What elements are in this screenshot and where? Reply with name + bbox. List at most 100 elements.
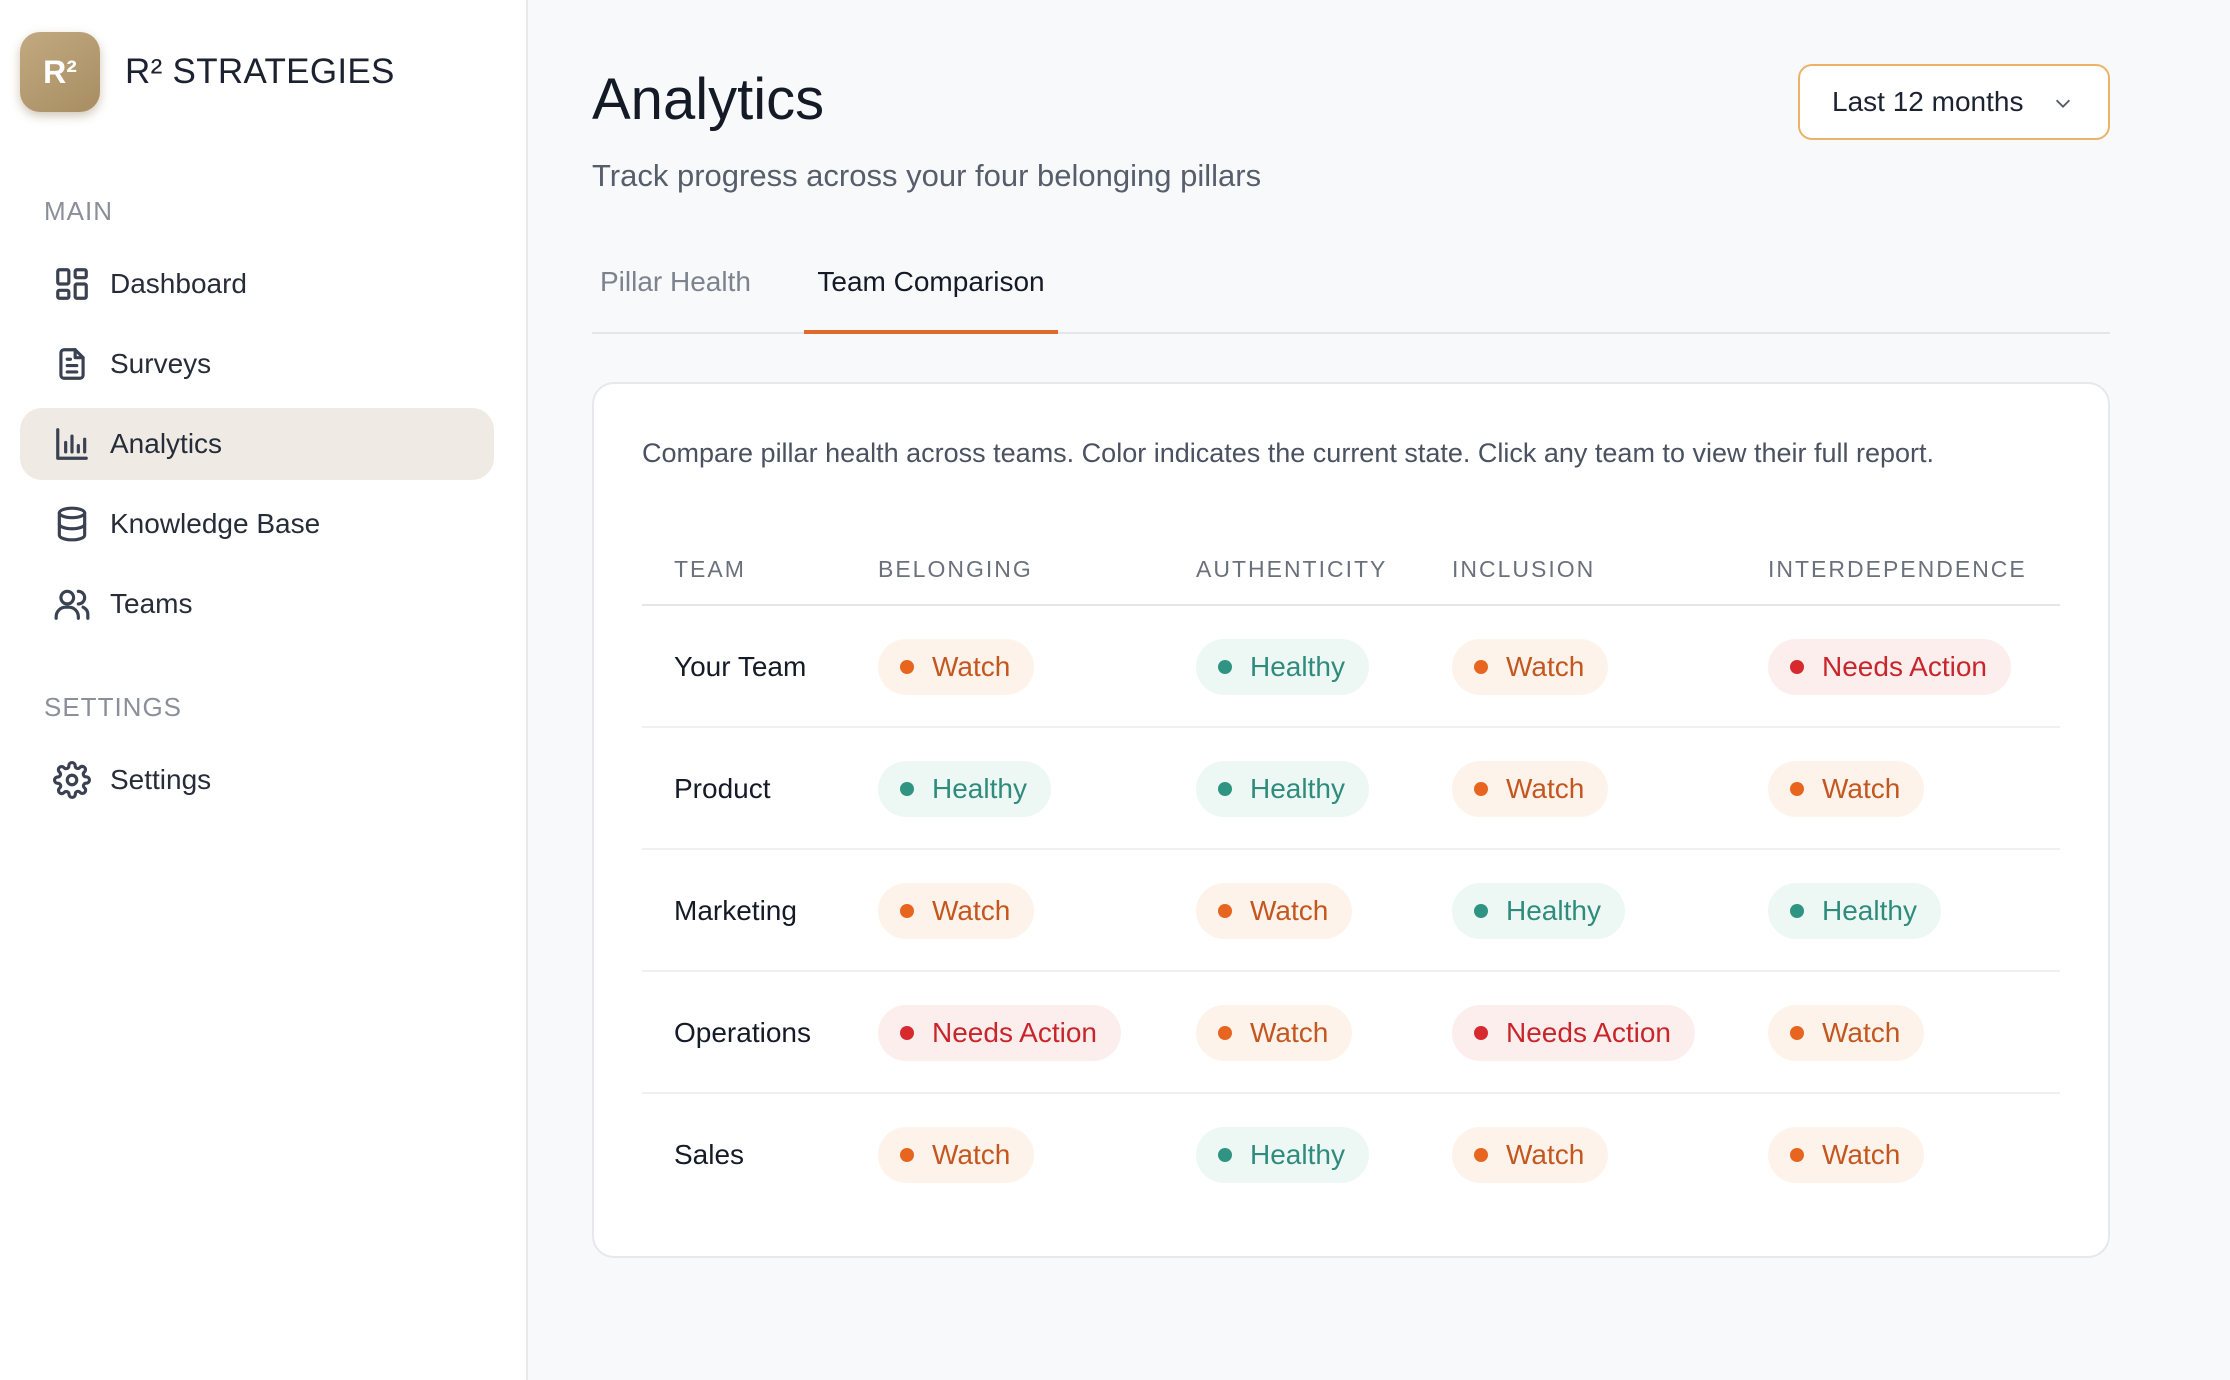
- inclusion-status-badge: Watch: [1452, 761, 1609, 817]
- column-header-belonging: BELONGING: [878, 556, 1033, 582]
- status-label: Watch: [932, 651, 1011, 682]
- sidebar-item-knowledge-base[interactable]: Knowledge Base: [20, 488, 494, 560]
- status-dot-icon: [1218, 1148, 1232, 1162]
- status-label: Healthy: [1250, 773, 1345, 804]
- status-label: Watch: [1250, 895, 1329, 926]
- inclusion-status-badge: Needs Action: [1452, 1005, 1695, 1061]
- sidebar-item-label: Knowledge Base: [110, 508, 321, 539]
- inclusion-status-badge: Healthy: [1452, 883, 1625, 939]
- status-label: Needs Action: [932, 1017, 1097, 1048]
- status-dot-icon: [900, 782, 914, 796]
- chevron-down-icon: [2055, 99, 2071, 108]
- belonging-status-badge: Needs Action: [878, 1005, 1121, 1061]
- table-row[interactable]: Marketing Watch Watch Healthy Healthy: [642, 850, 2060, 972]
- date-range-select[interactable]: Last 12 months: [1798, 64, 2110, 140]
- status-label: Healthy: [932, 773, 1027, 804]
- status-label: Healthy: [1822, 895, 1917, 926]
- table-body: Your Team Watch Healthy Watch Needs Action Pr…: [642, 606, 2060, 1216]
- bar-chart-icon: [52, 424, 92, 464]
- column-header-team: TEAM: [674, 556, 746, 582]
- nav-section-main: MAIN: [44, 196, 113, 226]
- sidebar-item-label: Dashboard: [110, 268, 247, 299]
- team-name[interactable]: Your Team: [674, 606, 806, 728]
- authenticity-status-badge: Healthy: [1196, 639, 1369, 695]
- status-dot-icon: [1474, 904, 1488, 918]
- belonging-status-badge: Watch: [878, 639, 1035, 695]
- status-label: Needs Action: [1822, 651, 1987, 682]
- status-label: Watch: [1250, 1017, 1329, 1048]
- status-dot-icon: [1218, 1026, 1232, 1040]
- table-row[interactable]: Sales Watch Healthy Watch Watch: [642, 1094, 2060, 1216]
- gear-icon: [52, 760, 92, 800]
- comparison-description: Compare pillar health across teams. Colo…: [642, 438, 1935, 468]
- status-dot-icon: [1474, 660, 1488, 674]
- table-row[interactable]: Your Team Watch Healthy Watch Needs Action: [642, 606, 2060, 728]
- belonging-status-badge: Watch: [878, 1127, 1035, 1183]
- status-dot-icon: [1790, 904, 1804, 918]
- team-comparison-card: Compare pillar health across teams. Colo…: [592, 382, 2110, 1258]
- status-label: Healthy: [1250, 651, 1345, 682]
- status-label: Watch: [1506, 651, 1585, 682]
- inclusion-status-badge: Watch: [1452, 1127, 1609, 1183]
- sidebar-item-label: Surveys: [110, 348, 212, 379]
- sidebar-item-teams[interactable]: Teams: [20, 568, 494, 640]
- sidebar-item-analytics[interactable]: Analytics: [20, 408, 494, 480]
- database-icon: [52, 504, 92, 544]
- status-label: Watch: [1822, 1139, 1901, 1170]
- sidebar-item-settings[interactable]: Settings: [20, 744, 494, 816]
- interdependence-status-badge: Watch: [1768, 1127, 1925, 1183]
- authenticity-status-badge: Healthy: [1196, 761, 1369, 817]
- table-row[interactable]: Product Healthy Healthy Watch Watch: [642, 728, 2060, 850]
- status-dot-icon: [1790, 1148, 1804, 1162]
- status-label: Watch: [932, 1139, 1011, 1170]
- tab-team-comparison[interactable]: Team Comparison: [804, 258, 1058, 334]
- column-header-interdependence: INTERDEPENDENCE: [1768, 556, 2027, 582]
- status-label: Watch: [1822, 773, 1901, 804]
- table-row[interactable]: Operations Needs Action Watch Needs Action W…: [642, 972, 2060, 1094]
- users-icon: [52, 584, 92, 624]
- date-range-value: Last 12 months: [1832, 86, 2024, 117]
- status-label: Healthy: [1506, 895, 1601, 926]
- document-icon: [52, 344, 92, 384]
- comparison-table: TEAM BELONGING AUTHENTICITY INCLUSION IN…: [642, 532, 2060, 1216]
- tab-pillar-health[interactable]: Pillar Health: [592, 258, 762, 334]
- interdependence-status-badge: Watch: [1768, 1005, 1925, 1061]
- sidebar-item-label: Analytics: [110, 428, 223, 459]
- sidebar-item-label: Teams: [110, 588, 193, 619]
- status-dot-icon: [900, 1148, 914, 1162]
- authenticity-status-badge: Watch: [1196, 883, 1353, 939]
- sidebar: R² R² STRATEGIES MAIN Dashboard Surveys …: [0, 0, 528, 1380]
- sidebar-item-surveys[interactable]: Surveys: [20, 328, 494, 400]
- status-label: Watch: [1506, 1139, 1585, 1170]
- brand-name: R² STRATEGIES: [125, 52, 395, 91]
- inclusion-status-badge: Watch: [1452, 639, 1609, 695]
- status-dot-icon: [1790, 660, 1804, 674]
- column-header-inclusion: INCLUSION: [1452, 556, 1596, 582]
- column-header-authenticity: AUTHENTICITY: [1196, 556, 1388, 582]
- status-dot-icon: [1474, 782, 1488, 796]
- status-dot-icon: [1790, 1026, 1804, 1040]
- status-dot-icon: [900, 660, 914, 674]
- status-label: Watch: [932, 895, 1011, 926]
- status-dot-icon: [1474, 1148, 1488, 1162]
- sidebar-item-label: Settings: [110, 764, 212, 795]
- status-dot-icon: [1790, 782, 1804, 796]
- page-title: Analytics: [592, 67, 825, 132]
- brand-logo: R²: [20, 32, 100, 112]
- brand[interactable]: R² R² STRATEGIES: [20, 32, 395, 112]
- authenticity-status-badge: Healthy: [1196, 1127, 1369, 1183]
- status-label: Healthy: [1250, 1139, 1345, 1170]
- tab-bar: Pillar Health Team Comparison: [592, 258, 2110, 334]
- table-header: TEAM BELONGING AUTHENTICITY INCLUSION IN…: [642, 532, 2060, 606]
- status-dot-icon: [1218, 782, 1232, 796]
- team-name[interactable]: Operations: [674, 972, 811, 1094]
- interdependence-status-badge: Needs Action: [1768, 639, 2011, 695]
- team-name[interactable]: Product: [674, 728, 771, 850]
- team-name[interactable]: Sales: [674, 1094, 744, 1216]
- team-name[interactable]: Marketing: [674, 850, 797, 972]
- status-dot-icon: [900, 1026, 914, 1040]
- main-content: Analytics Track progress across your fou…: [528, 0, 2230, 1380]
- sidebar-item-dashboard[interactable]: Dashboard: [20, 248, 494, 320]
- page-subtitle: Track progress across your four belongin…: [592, 158, 1262, 193]
- belonging-status-badge: Watch: [878, 883, 1035, 939]
